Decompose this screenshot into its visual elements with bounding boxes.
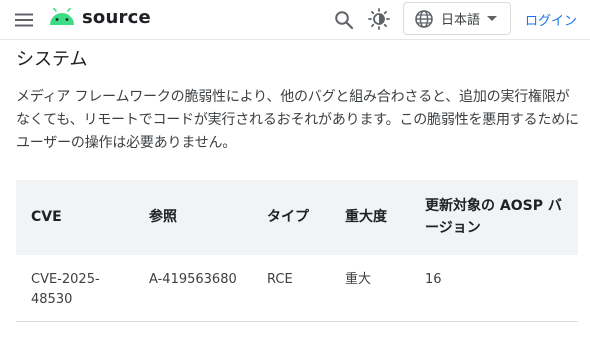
- top-app-bar: source 日本語 ログイン: [0, 0, 590, 40]
- vulnerability-table: CVE 参照 タイプ 重大度 更新対象の AOSP バージョン CVE-2025…: [16, 180, 578, 322]
- login-link[interactable]: ログイン: [525, 10, 577, 29]
- theme-toggle-button[interactable]: [365, 5, 393, 33]
- header-severity: 重大度: [345, 209, 387, 225]
- header-type: タイプ: [267, 209, 309, 225]
- cell-type: RCE: [267, 272, 293, 287]
- globe-icon: [415, 9, 433, 28]
- android-logo[interactable]: [49, 8, 75, 30]
- language-select[interactable]: 日本語: [403, 2, 511, 35]
- brand-name[interactable]: source: [82, 7, 151, 28]
- table-header-row: CVE 参照 タイプ 重大度 更新対象の AOSP バージョン: [16, 180, 578, 255]
- cell-cve: CVE-2025-48530: [31, 272, 100, 307]
- section-description: メディア フレームワークの脆弱性により、他のバグと組み合わさると、追加の実行権限…: [16, 89, 579, 151]
- search-icon: [335, 11, 354, 30]
- cell-aosp-version: 16: [425, 272, 442, 287]
- menu-icon: [15, 13, 33, 27]
- header-cve: CVE: [31, 209, 62, 225]
- caret-down-icon: [487, 16, 498, 21]
- section-title: システム: [16, 49, 88, 70]
- header-ref: 参照: [149, 209, 177, 225]
- theme-toggle-icon: [368, 8, 390, 30]
- table-row: CVE-2025-48530 A-419563680 RCE 重大 16: [16, 255, 578, 322]
- cell-ref: A-419563680: [149, 272, 237, 287]
- menu-button[interactable]: [10, 6, 38, 34]
- language-label: 日本語: [441, 13, 481, 28]
- header-aosp-version: 更新対象の AOSP バージョン: [425, 198, 562, 236]
- search-button[interactable]: [331, 7, 357, 33]
- cell-severity: 重大: [345, 272, 372, 287]
